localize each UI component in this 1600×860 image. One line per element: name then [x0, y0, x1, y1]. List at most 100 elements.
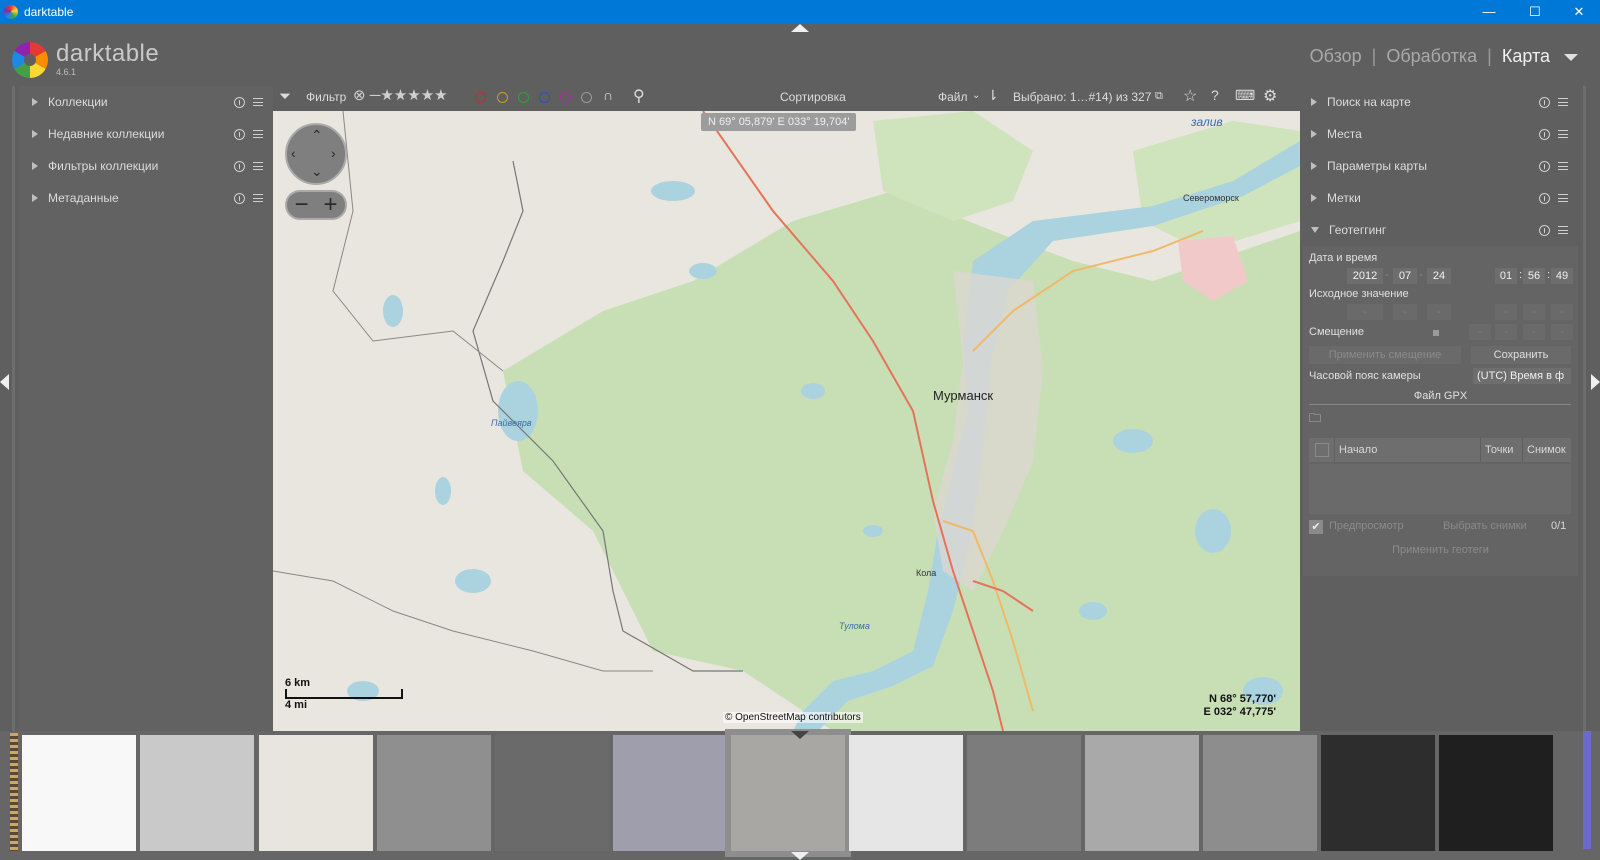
maximize-button[interactable]: ☐	[1512, 0, 1558, 23]
presets-menu-icon[interactable]	[253, 98, 263, 106]
reset-icon[interactable]	[234, 160, 245, 172]
color-label-blue-icon[interactable]	[539, 92, 550, 103]
filter-funnel-icon[interactable]: ⏷	[279, 88, 291, 105]
thumbnail[interactable]	[613, 735, 727, 851]
zoom-out-icon[interactable]: −	[294, 193, 308, 217]
module-locations[interactable]: Места	[1303, 118, 1578, 150]
thumbnail[interactable]	[1321, 735, 1435, 851]
table-select-all[interactable]	[1309, 438, 1335, 462]
view-map[interactable]: Карта	[1502, 46, 1550, 67]
module-map-settings[interactable]: Параметры карты	[1303, 150, 1578, 182]
offset-hours-field[interactable]: -	[1495, 324, 1517, 340]
thumbnail[interactable]	[967, 735, 1081, 851]
sort-dropdown[interactable]: Файл	[938, 90, 968, 104]
rating-filter[interactable]: ⊗ ─★★★★★	[353, 86, 448, 104]
collapse-top-panel-arrow-icon[interactable]	[791, 24, 809, 32]
pan-left-arrow-icon[interactable]: ‹	[291, 145, 296, 161]
year-field[interactable]: 2012	[1347, 268, 1383, 284]
presets-menu-icon[interactable]	[1558, 194, 1568, 202]
col-start[interactable]: Начало	[1335, 438, 1481, 462]
reset-icon[interactable]	[1539, 160, 1550, 172]
grouping-icon[interactable]: ⧉	[1155, 90, 1163, 103]
thumbnail[interactable]	[849, 735, 963, 851]
offset-minutes-field[interactable]: -	[1523, 324, 1545, 340]
module-tagging[interactable]: Метки	[1303, 182, 1578, 214]
thumbnail[interactable]	[725, 729, 851, 857]
gear-icon[interactable]: ⚙	[1263, 86, 1277, 106]
minimize-button[interactable]: —	[1466, 0, 1512, 23]
filmstrip-scrollbar[interactable]	[1583, 731, 1591, 849]
view-darkroom[interactable]: Обработка	[1386, 46, 1477, 67]
minute-field[interactable]: 56	[1523, 268, 1545, 284]
timezone-dropdown[interactable]: (UTC) Время в ф	[1473, 368, 1571, 384]
zoom-in-icon[interactable]: +	[323, 193, 337, 217]
sort-order-icon[interactable]: ⇂	[987, 87, 999, 104]
views-menu-chevron-down-icon[interactable]	[1564, 54, 1578, 61]
day-field[interactable]: 24	[1427, 268, 1451, 284]
color-operator-icon[interactable]: ∩	[603, 87, 613, 103]
module-collections[interactable]: Коллекции	[19, 86, 273, 118]
pan-up-arrow-icon[interactable]: ⌃	[311, 127, 323, 144]
offset-seconds-field[interactable]: -	[1551, 324, 1573, 340]
thumbnail[interactable]	[22, 735, 136, 851]
module-metadata[interactable]: Метаданные	[19, 182, 273, 214]
thumbnail[interactable]	[377, 735, 491, 851]
presets-menu-icon[interactable]	[253, 194, 263, 202]
save-button[interactable]: Сохранить	[1471, 346, 1571, 364]
thumbnail[interactable]	[1203, 735, 1317, 851]
thumbnail[interactable]	[140, 735, 254, 851]
apply-offset-button[interactable]: Применить смещение	[1309, 346, 1461, 364]
second-field[interactable]: 49	[1551, 268, 1573, 284]
module-map-search[interactable]: Поиск на карте	[1303, 86, 1578, 118]
map-pan-control[interactable]: ⌃ ⌄ ‹ ›	[285, 123, 347, 185]
close-button[interactable]: ✕	[1556, 0, 1600, 23]
help-icon[interactable]: ?	[1211, 87, 1219, 103]
color-label-green-icon[interactable]	[518, 92, 529, 103]
color-label-yellow-icon[interactable]	[497, 92, 508, 103]
reset-icon[interactable]	[234, 192, 245, 204]
thumbnail[interactable]	[1085, 735, 1199, 851]
reset-icon[interactable]	[234, 96, 245, 108]
color-label-gray-icon[interactable]	[581, 92, 592, 103]
view-lighttable[interactable]: Обзор	[1310, 46, 1362, 67]
pan-down-arrow-icon[interactable]: ⌄	[311, 163, 323, 180]
reset-icon[interactable]	[1539, 192, 1550, 204]
presets-menu-icon[interactable]	[253, 130, 263, 138]
module-geotagging[interactable]: Геотеггинг	[1303, 214, 1578, 246]
keyboard-shortcuts-icon[interactable]: ⌨	[1235, 87, 1255, 104]
presets-menu-icon[interactable]	[253, 162, 263, 170]
offset-days-field[interactable]: -	[1469, 324, 1491, 340]
map-attribution[interactable]: © OpenStreetMap contributors	[723, 712, 863, 723]
reset-icon[interactable]	[1539, 96, 1550, 108]
col-points[interactable]: Точки	[1481, 438, 1523, 462]
pan-right-arrow-icon[interactable]: ›	[331, 145, 336, 161]
thumbnail[interactable]	[1439, 735, 1553, 851]
collapse-right-panel-arrow-icon[interactable]	[1591, 374, 1600, 390]
search-icon[interactable]: ⚲	[633, 86, 645, 106]
preview-checkbox[interactable]: ✔	[1309, 520, 1323, 534]
reset-icon[interactable]	[234, 128, 245, 140]
module-collection-filters[interactable]: Фильтры коллекции	[19, 150, 273, 182]
reset-icon[interactable]	[1539, 224, 1550, 236]
hour-field[interactable]: 01	[1495, 268, 1517, 284]
collapse-bottom-panel-arrow-icon[interactable]	[791, 852, 809, 860]
chevron-down-icon[interactable]: ⌄	[972, 90, 980, 101]
presets-menu-icon[interactable]	[1558, 98, 1568, 106]
folder-icon[interactable]: 🗀	[1309, 409, 1321, 430]
select-shots-button[interactable]: Выбрать снимки	[1443, 520, 1527, 532]
map-view[interactable]: N 69° 05,879' E 033° 19,704' ⌃ ⌄ ‹ › − +…	[273, 111, 1300, 731]
color-label-purple-icon[interactable]	[560, 92, 571, 103]
col-shot[interactable]: Снимок	[1523, 438, 1571, 462]
color-label-red-icon[interactable]	[475, 92, 486, 103]
module-recent-collections[interactable]: Недавние коллекции	[19, 118, 273, 150]
collapse-left-panel-arrow-icon[interactable]	[0, 374, 9, 390]
thumbnail[interactable]	[259, 735, 373, 851]
reset-icon[interactable]	[1539, 128, 1550, 140]
month-field[interactable]: 07	[1393, 268, 1417, 284]
offset-sign-toggle[interactable]	[1433, 330, 1439, 336]
presets-menu-icon[interactable]	[1558, 226, 1568, 234]
star-icon[interactable]: ☆	[1183, 86, 1197, 106]
presets-menu-icon[interactable]	[1558, 162, 1568, 170]
thumbnail[interactable]	[495, 735, 609, 851]
presets-menu-icon[interactable]	[1558, 130, 1568, 138]
